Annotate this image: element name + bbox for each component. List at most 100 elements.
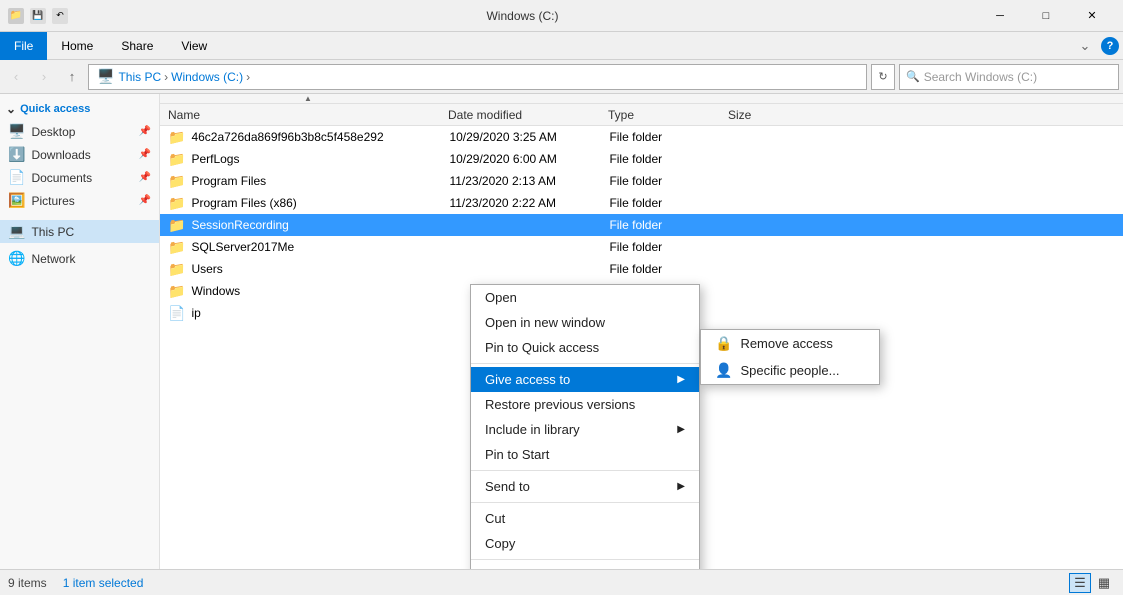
file-type: File folder [609, 152, 729, 166]
address-this-pc-icon: 🖥️ [97, 68, 114, 85]
sidebar-item-downloads[interactable]: ⬇️ Downloads 📌 [0, 143, 159, 166]
column-name[interactable]: Name [168, 108, 448, 122]
view-details-button[interactable]: ☰ [1069, 573, 1091, 593]
app-icon-small: 📁 [8, 8, 24, 24]
sidebar-item-documents[interactable]: 📄 Documents 📌 [0, 166, 159, 189]
file-name: 46c2a726da869f96b3b8c5f458e292 [191, 130, 449, 144]
refresh-button[interactable]: ↻ [871, 64, 895, 90]
ctx-give-access[interactable]: Give access to ▶ [471, 367, 699, 392]
column-date-modified[interactable]: Date modified [448, 108, 608, 122]
address-bar[interactable]: 🖥️ This PC › Windows (C:) › [88, 64, 867, 90]
column-type[interactable]: Type [608, 108, 728, 122]
table-row-selected[interactable]: 📁 SessionRecording File folder [160, 214, 1123, 236]
pin-icon-4: 📌 [139, 195, 151, 206]
sidebar-quick-access-heading[interactable]: ⌄ Quick access [0, 98, 159, 120]
table-row[interactable]: 📁 PerfLogs 10/29/2020 6:00 AM File folde… [160, 148, 1123, 170]
file-name: Program Files [191, 174, 449, 188]
table-row[interactable]: 📁 Users File folder [160, 258, 1123, 280]
filelist: ▲ Name Date modified Type Size 📁 46c2a72… [160, 94, 1123, 569]
address-windows-c[interactable]: Windows (C:) [171, 70, 243, 84]
address-separator-1: › [164, 70, 168, 84]
filelist-header: Name Date modified Type Size [160, 104, 1123, 126]
file-name: Windows [191, 284, 449, 298]
ctx-open[interactable]: Open [471, 285, 699, 310]
ctx-include-library[interactable]: Include in library ▶ [471, 417, 699, 442]
sidebar-item-network[interactable]: 🌐 Network [0, 247, 159, 270]
ctx-separator-4 [471, 559, 699, 560]
file-type: File folder [609, 262, 729, 276]
maximize-button[interactable]: □ [1023, 0, 1069, 32]
ctx-pin-start[interactable]: Pin to Start [471, 442, 699, 467]
sidebar-network-label: Network [31, 252, 75, 266]
file-date: 11/23/2020 2:22 AM [449, 196, 609, 210]
table-row[interactable]: 📁 SQLServer2017Me File folder [160, 236, 1123, 258]
file-name: Users [191, 262, 449, 276]
main-content: ⌄ Quick access 🖥️ Desktop 📌 ⬇️ Downloads… [0, 94, 1123, 569]
up-button[interactable]: ↑ [60, 65, 84, 89]
submenu-remove-access-label: Remove access [740, 336, 832, 351]
this-pc-icon: 💻 [8, 223, 25, 240]
documents-icon: 📄 [8, 169, 25, 186]
ctx-restore-versions[interactable]: Restore previous versions [471, 392, 699, 417]
people-icon: 👤 [715, 362, 732, 379]
submenu-specific-people[interactable]: 👤 Specific people... [701, 357, 879, 384]
ctx-send-to-label: Send to [485, 479, 530, 494]
ctx-cut-label: Cut [485, 511, 505, 526]
minimize-button[interactable]: ─ [977, 0, 1023, 32]
file-type: File folder [609, 130, 729, 144]
column-size[interactable]: Size [728, 108, 808, 122]
ctx-copy-label: Copy [485, 536, 515, 551]
ctx-copy[interactable]: Copy [471, 531, 699, 556]
sidebar-item-desktop[interactable]: 🖥️ Desktop 📌 [0, 120, 159, 143]
ribbon-expand-button[interactable]: ⌄ [1073, 34, 1097, 58]
pin-icon-2: 📌 [139, 149, 151, 160]
file-type: File folder [609, 240, 729, 254]
ctx-pin-quick-access[interactable]: Pin to Quick access [471, 335, 699, 360]
folder-icon: 📁 [168, 217, 185, 234]
sidebar-this-pc-label: This PC [31, 225, 74, 239]
menu-home[interactable]: Home [47, 32, 107, 60]
chevron-down-icon: ⌄ [6, 102, 16, 116]
forward-button[interactable]: › [32, 65, 56, 89]
ctx-include-library-label: Include in library [485, 422, 580, 437]
folder-icon: 📁 [168, 151, 185, 168]
sidebar-item-this-pc[interactable]: 💻 This PC [0, 220, 159, 243]
sidebar-downloads-label: Downloads [31, 148, 90, 162]
search-icon: 🔍 [906, 70, 920, 83]
sidebar-pictures-label: Pictures [31, 194, 74, 208]
table-row[interactable]: 📁 Program Files (x86) 11/23/2020 2:22 AM… [160, 192, 1123, 214]
ctx-send-to[interactable]: Send to ▶ [471, 474, 699, 499]
ctx-create-shortcut[interactable]: Create shortcut [471, 563, 699, 569]
sidebar-item-pictures[interactable]: 🖼️ Pictures 📌 [0, 189, 159, 212]
back-button[interactable]: ‹ [4, 65, 28, 89]
ctx-open-label: Open [485, 290, 517, 305]
view-tiles-button[interactable]: ▦ [1093, 573, 1115, 593]
file-name: SessionRecording [191, 218, 449, 232]
address-this-pc[interactable]: This PC [118, 70, 161, 84]
ctx-open-new-window-label: Open in new window [485, 315, 605, 330]
downloads-icon: ⬇️ [8, 146, 25, 163]
submenu-remove-access[interactable]: 🔒 Remove access [701, 330, 879, 357]
menu-view[interactable]: View [167, 32, 221, 60]
folder-icon: 📁 [168, 239, 185, 256]
column-name-label: Name [168, 108, 200, 122]
menu-share[interactable]: Share [107, 32, 167, 60]
table-row[interactable]: 📁 Program Files 11/23/2020 2:13 AM File … [160, 170, 1123, 192]
toolbar: ‹ › ↑ 🖥️ This PC › Windows (C:) › ↻ 🔍 Se… [0, 60, 1123, 94]
close-button[interactable]: ✕ [1069, 0, 1115, 32]
sidebar-desktop-label: Desktop [31, 125, 75, 139]
submenu-arrow-icon-2: ▶ [677, 424, 685, 435]
titlebar-icons: 📁 💾 ↶ [8, 8, 68, 24]
search-placeholder: Search Windows (C:) [924, 70, 1037, 84]
ctx-pin-start-label: Pin to Start [485, 447, 549, 462]
search-bar[interactable]: 🔍 Search Windows (C:) [899, 64, 1119, 90]
ctx-open-new-window[interactable]: Open in new window [471, 310, 699, 335]
folder-icon: 📁 [168, 129, 185, 146]
ctx-cut[interactable]: Cut [471, 506, 699, 531]
help-button[interactable]: ? [1101, 37, 1119, 55]
table-row[interactable]: 📁 46c2a726da869f96b3b8c5f458e292 10/29/2… [160, 126, 1123, 148]
file-date: 10/29/2020 3:25 AM [449, 130, 609, 144]
submenu-arrow-icon: ▶ [677, 374, 685, 385]
file-date: 10/29/2020 6:00 AM [449, 152, 609, 166]
menu-file[interactable]: File [0, 32, 47, 60]
